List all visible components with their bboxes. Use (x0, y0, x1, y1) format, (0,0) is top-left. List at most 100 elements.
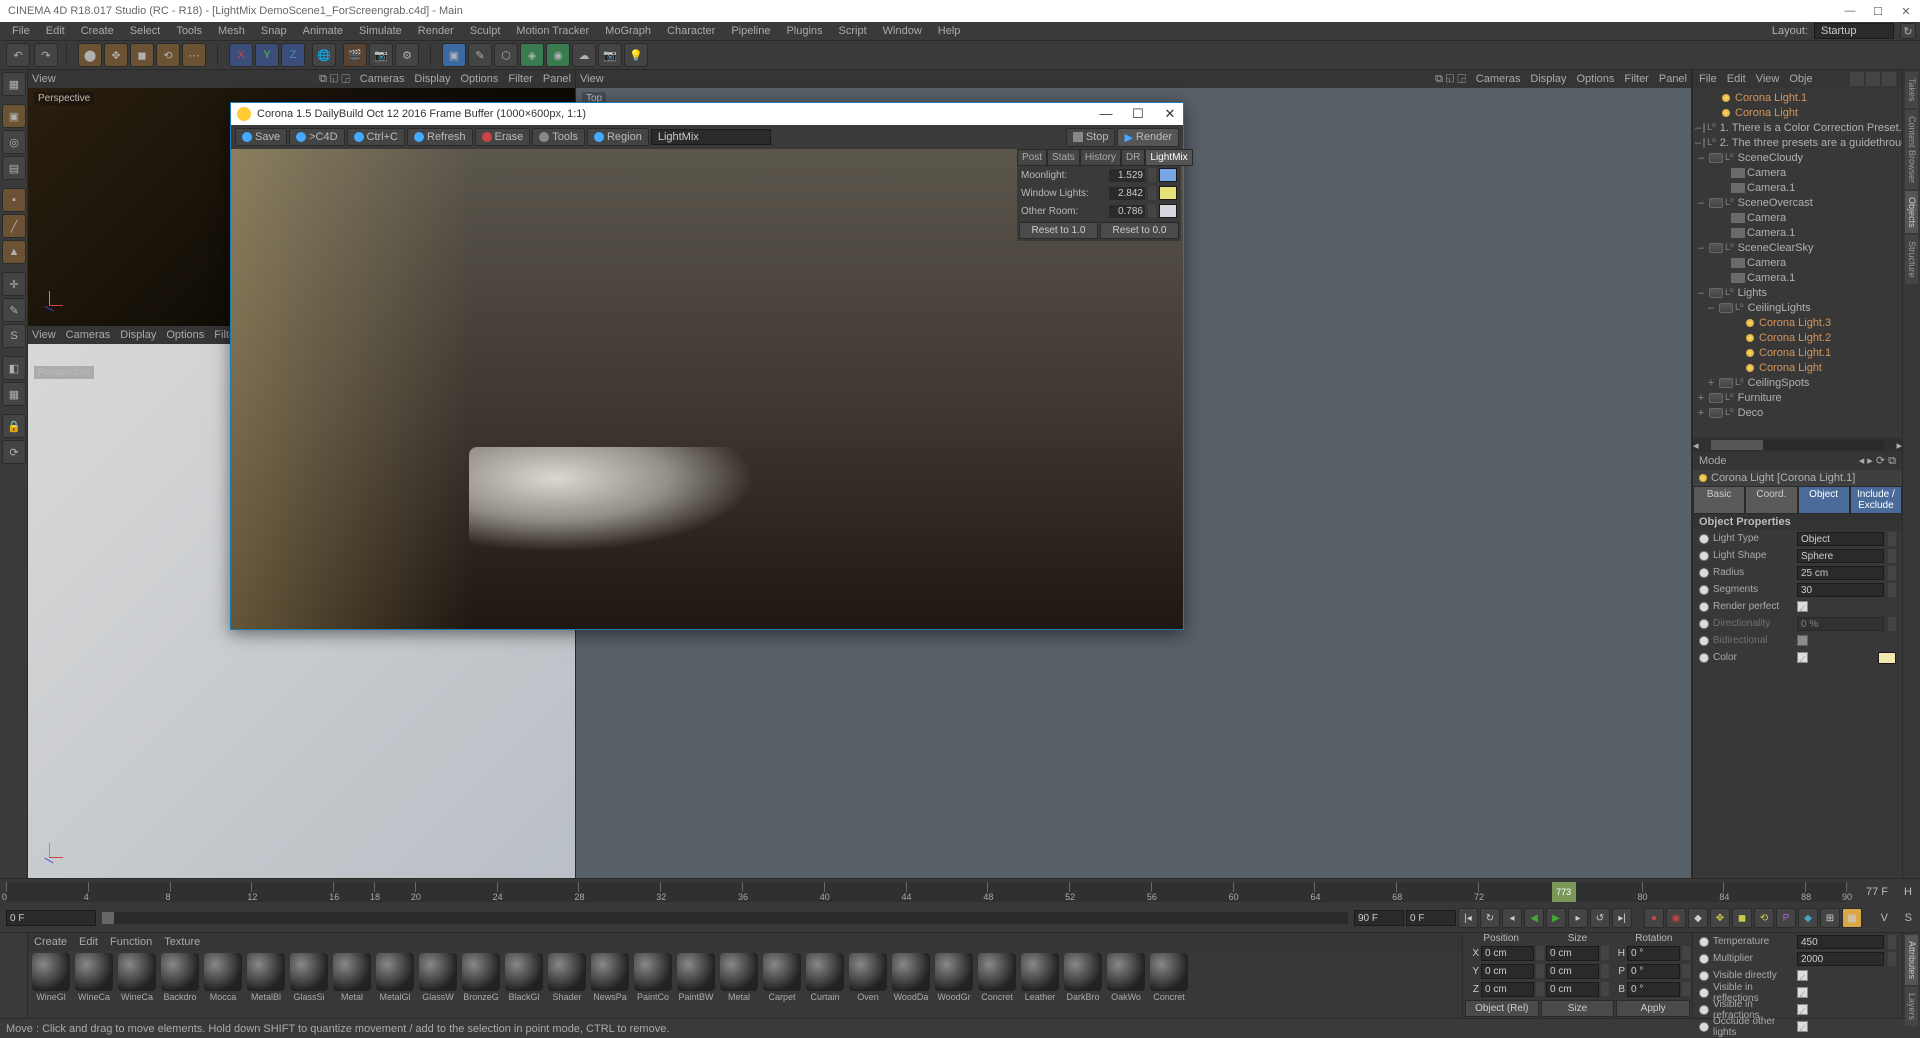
tree-expand-icon[interactable]: – (1695, 122, 1701, 134)
timeline-range-slider[interactable] (102, 912, 1348, 924)
attr-checkbox[interactable]: ✓ (1797, 1004, 1808, 1015)
tree-expand-icon[interactable]: – (1695, 197, 1707, 209)
vp-menu-display[interactable]: Display (414, 73, 450, 85)
attr-field[interactable]: 0 % (1797, 617, 1884, 631)
spinner-icon[interactable] (1682, 946, 1690, 960)
next-frame-icon[interactable]: ▸ (1568, 908, 1588, 928)
snap-icon[interactable]: ◧ (2, 356, 26, 380)
timeline-ruler[interactable]: 9088848076726864605652484440363228242018… (0, 879, 1920, 905)
vp-menu-display[interactable]: Display (120, 329, 156, 341)
minimize-icon[interactable]: — (1844, 5, 1856, 17)
spinner-icon[interactable] (1536, 946, 1544, 960)
coord-field[interactable]: 0 ° (1627, 946, 1680, 961)
menu-item-mesh[interactable]: Mesh (210, 25, 253, 37)
spinner-icon[interactable] (1888, 617, 1896, 631)
tree-row[interactable]: –L⁰SceneOvercast (1693, 195, 1902, 210)
menu-item-animate[interactable]: Animate (295, 25, 351, 37)
vp-menu-options[interactable]: Options (1576, 73, 1614, 85)
vp-menu-view[interactable]: View (580, 73, 604, 85)
material-item[interactable]: PaintBW (675, 953, 717, 1016)
menu-item-mograph[interactable]: MoGraph (597, 25, 659, 37)
model-mode-icon[interactable]: ▣ (2, 104, 26, 128)
framebuffer-titlebar[interactable]: Corona 1.5 DailyBuild Oct 12 2016 Frame … (231, 103, 1183, 125)
menu-item-select[interactable]: Select (122, 25, 169, 37)
attr-checkbox[interactable] (1797, 635, 1808, 646)
tree-row[interactable]: +L⁰CeilingSpots (1693, 375, 1902, 390)
fb-tools-button[interactable]: Tools (532, 128, 585, 146)
material-item[interactable]: Backdro (159, 953, 201, 1016)
spinner-icon[interactable] (1888, 583, 1896, 597)
prev-frame-icon[interactable]: ◂ (1502, 908, 1522, 928)
fb-region-button[interactable]: Region (587, 128, 649, 146)
environment-icon[interactable]: ☁ (572, 43, 596, 67)
edges-mode-icon[interactable]: ╱ (2, 214, 26, 238)
lock-icon[interactable]: 🔒 (2, 414, 26, 438)
menu-item-edit[interactable]: Edit (38, 25, 73, 37)
vp-menu-filter[interactable]: Filter (1624, 73, 1648, 85)
attr-field[interactable]: 30 (1797, 583, 1884, 597)
coord-field[interactable]: 0 cm (1546, 946, 1599, 961)
fb-render-button[interactable]: ▶Render (1117, 128, 1179, 147)
tree-expand-icon[interactable]: – (1695, 137, 1701, 149)
material-item[interactable]: Leather (1019, 953, 1061, 1016)
layout-revert-icon[interactable]: ↻ (1900, 23, 1916, 39)
rotate-icon[interactable]: ⟲ (156, 43, 180, 67)
deformer-icon[interactable]: ◉ (546, 43, 570, 67)
menu-item-file[interactable]: File (4, 25, 38, 37)
attr-field[interactable]: Object (1797, 532, 1884, 546)
spinner-icon[interactable] (1888, 566, 1896, 580)
spinner-icon[interactable] (1148, 186, 1156, 200)
attr-mode-button[interactable]: Mode (1699, 455, 1727, 467)
scale-icon[interactable]: ◼ (130, 43, 154, 67)
menu-item-pipeline[interactable]: Pipeline (723, 25, 778, 37)
viewport-solo-icon[interactable]: S (2, 324, 26, 348)
spinner-icon[interactable] (1148, 168, 1156, 182)
vp-menu-cameras[interactable]: Cameras (66, 329, 111, 341)
timeline-end-field[interactable] (1354, 910, 1404, 926)
menu-item-motion-tracker[interactable]: Motion Tracker (508, 25, 597, 37)
spinner-icon[interactable] (1888, 532, 1896, 546)
tree-row[interactable]: –L⁰1. There is a Color Correction Preset… (1693, 120, 1902, 135)
workplane-icon[interactable]: ▦ (2, 382, 26, 406)
fb-maximize-icon[interactable]: ☐ (1131, 106, 1145, 122)
material-item[interactable]: WineGl (30, 953, 72, 1016)
tree-expand-icon[interactable]: + (1695, 407, 1707, 419)
reset-icon[interactable]: ⟳ (2, 440, 26, 464)
undo-button[interactable]: ↶ (6, 43, 30, 67)
material-item[interactable]: Concret (976, 953, 1018, 1016)
lightmix-value[interactable]: 0.786 (1109, 205, 1145, 218)
tree-expand-icon[interactable]: – (1705, 302, 1717, 314)
light-icon[interactable]: 💡 (624, 43, 648, 67)
material-item[interactable]: MetalGl (374, 953, 416, 1016)
coord-apply-button[interactable]: Apply (1616, 1000, 1690, 1017)
coord-field[interactable]: 0 cm (1546, 982, 1599, 997)
attr-tab-coord-[interactable]: Coord. (1745, 486, 1797, 514)
fb-reset-1-button[interactable]: Reset to 1.0 (1019, 222, 1098, 239)
material-item[interactable]: OakWo (1105, 953, 1147, 1016)
material-item[interactable]: PaintCo (632, 953, 674, 1016)
tree-row[interactable]: Camera (1693, 255, 1902, 270)
attr-field[interactable]: Sphere (1797, 549, 1884, 563)
attr-checkbox[interactable]: ✓ (1797, 1021, 1808, 1032)
material-item[interactable]: Oven (847, 953, 889, 1016)
fb-tab-history[interactable]: History (1080, 149, 1121, 166)
coord-field[interactable]: 0 ° (1627, 982, 1680, 997)
timeline-track[interactable]: 9088848076726864605652484440363228242018… (6, 882, 1846, 902)
vp-menu-cameras[interactable]: Cameras (1476, 73, 1521, 85)
tree-row[interactable]: Corona Light.1 (1693, 345, 1902, 360)
vp-menu-options[interactable]: Options (166, 329, 204, 341)
move-icon[interactable]: ✥ (104, 43, 128, 67)
redo-button[interactable]: ↷ (34, 43, 58, 67)
points-mode-icon[interactable]: ▪ (2, 188, 26, 212)
tree-row[interactable]: Corona Light.3 (1693, 315, 1902, 330)
material-item[interactable]: GlassSi (288, 953, 330, 1016)
fb-erase-button[interactable]: Erase (475, 128, 531, 146)
workplane-mode-icon[interactable]: ▤ (2, 156, 26, 180)
tree-row[interactable]: Camera.1 (1693, 270, 1902, 285)
material-item[interactable]: Concret (1148, 953, 1190, 1016)
coord-field[interactable]: 0 cm (1481, 946, 1534, 961)
coord-field[interactable]: 0 cm (1481, 982, 1534, 997)
texture-mode-icon[interactable]: ◎ (2, 130, 26, 154)
tree-row[interactable]: +L⁰Furniture (1693, 390, 1902, 405)
color-swatch[interactable] (1878, 652, 1896, 664)
